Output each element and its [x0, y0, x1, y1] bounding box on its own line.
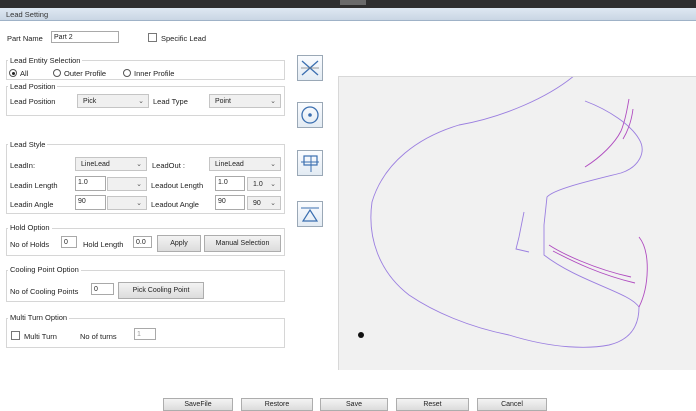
apply-button[interactable]: Apply [157, 235, 201, 252]
reset-button[interactable]: Reset [396, 398, 469, 411]
leadin-combo[interactable]: LineLead ⌄ [75, 157, 147, 171]
holds-input[interactable]: 0 [61, 236, 77, 248]
leadout-value: LineLead [215, 161, 244, 168]
cooling-count-input[interactable]: 0 [91, 283, 114, 295]
leadout-length-combo[interactable]: 1.0 ⌄ [247, 177, 281, 191]
chevron-down-icon: ⌄ [136, 161, 142, 168]
chevron-down-icon: ⌄ [270, 98, 276, 105]
holds-label: No of Holds [10, 240, 50, 249]
inner-profile-upper [584, 98, 630, 168]
leadout-angle-label: Leadout Angle [151, 200, 199, 209]
preview-canvas[interactable] [338, 74, 696, 370]
inner-profile-lower-2 [552, 250, 636, 284]
lead-type-label: Lead Type [153, 97, 188, 106]
outer-profile-path [370, 74, 643, 348]
origin-marker [358, 332, 364, 338]
chevron-down-icon: ⌄ [136, 200, 142, 207]
savefile-button[interactable]: SaveFile [163, 398, 233, 411]
circle-target-button[interactable] [297, 102, 323, 128]
leadout-angle-combo[interactable]: 90 ⌄ [247, 196, 281, 210]
turns-input[interactable]: 1 [134, 328, 156, 340]
hold-group-title: Hold Option [8, 223, 52, 232]
leadout-length-combo-value: 1.0 [253, 181, 263, 188]
chevron-down-icon: ⌄ [270, 200, 276, 207]
pick-cooling-point-button[interactable]: Pick Cooling Point [118, 282, 204, 299]
specific-lead-checkbox[interactable] [148, 33, 157, 42]
intersect-tool-icon [301, 60, 319, 76]
leadin-angle-label: Leadin Angle [10, 200, 54, 209]
inner-profile-lower [548, 244, 632, 278]
intersect-tool-button[interactable] [297, 55, 323, 81]
position-group-title: Lead Position [8, 82, 58, 91]
leadout-label: LeadOut : [152, 161, 185, 170]
chevron-down-icon: ⌄ [138, 98, 144, 105]
multi-turn-label: Multi Turn [24, 332, 57, 341]
leadout-angle-input[interactable]: 90 [215, 195, 245, 210]
leadout-angle-combo-value: 90 [253, 200, 261, 207]
radio-inner-profile[interactable] [123, 69, 131, 77]
leadout-length-input[interactable]: 1.0 [215, 176, 245, 191]
radio-inner-profile-label: Inner Profile [134, 69, 175, 78]
triangle-baseline-button[interactable] [297, 201, 323, 227]
part-name-input[interactable]: Part 2 [51, 31, 119, 43]
specific-lead-label: Specific Lead [161, 34, 207, 43]
radio-all-label: All [20, 69, 29, 78]
title-bar: Lead Setting [0, 8, 696, 21]
lead-position-combo[interactable]: Pick ⌄ [77, 94, 149, 108]
cooling-group-title: Cooling Point Option [8, 265, 81, 274]
inner-profile-tail [638, 236, 648, 308]
multi-turn-checkbox[interactable] [11, 331, 20, 340]
hold-length-label: Hold Length [83, 240, 124, 249]
manual-selection-button[interactable]: Manual Selection [204, 235, 281, 252]
part-profile-drawing [358, 74, 648, 348]
handle-notch [340, 0, 366, 5]
leadin-length-label: Leadin Length [10, 181, 58, 190]
chevron-down-icon: ⌄ [136, 181, 142, 188]
chevron-down-icon: ⌄ [270, 161, 276, 168]
lead-position-label: Lead Position [10, 97, 56, 106]
entity-group-title: Lead Entity Selection [8, 56, 83, 65]
cancel-button[interactable]: Cancel [477, 398, 547, 411]
lead-type-combo[interactable]: Point ⌄ [209, 94, 281, 108]
radio-outer-profile-label: Outer Profile [64, 69, 107, 78]
radio-all[interactable] [9, 69, 17, 77]
leadin-angle-combo[interactable]: ⌄ [107, 196, 147, 210]
lead-insert-button[interactable] [297, 150, 323, 176]
radio-outer-profile[interactable] [53, 69, 61, 77]
leadin-length-combo[interactable]: ⌄ [107, 177, 147, 191]
window-title: Lead Setting [6, 10, 49, 19]
triangle-baseline-icon [301, 207, 319, 222]
cooling-count-label: No of Cooling Points [10, 287, 79, 296]
style-group-title: Lead Style [8, 140, 48, 149]
part-name-label: Part Name [7, 34, 43, 43]
chevron-down-icon: ⌄ [270, 181, 276, 188]
lead-in-segment [515, 211, 530, 253]
leadout-combo[interactable]: LineLead ⌄ [209, 157, 281, 171]
inner-profile-upper-2 [622, 108, 634, 140]
leadin-length-input[interactable]: 1.0 [75, 176, 106, 191]
lead-setting-window: Lead Setting Part Name Part 2 Specific L… [0, 0, 696, 411]
lead-type-value: Point [215, 98, 231, 105]
leadin-label: LeadIn: [10, 161, 36, 170]
leadin-angle-input[interactable]: 90 [75, 195, 106, 210]
circle-target-icon [301, 106, 319, 124]
turns-label: No of turns [80, 332, 117, 341]
hold-length-input[interactable]: 0.0 [133, 236, 152, 248]
top-strip [0, 0, 696, 8]
restore-button[interactable]: Restore [241, 398, 313, 411]
save-button[interactable]: Save [320, 398, 388, 411]
leadout-length-label: Leadout Length [151, 181, 204, 190]
lead-position-value: Pick [83, 98, 97, 105]
leadin-value: LineLead [81, 161, 110, 168]
multiturn-group-title: Multi Turn Option [8, 313, 70, 322]
lead-insert-icon [301, 155, 319, 172]
